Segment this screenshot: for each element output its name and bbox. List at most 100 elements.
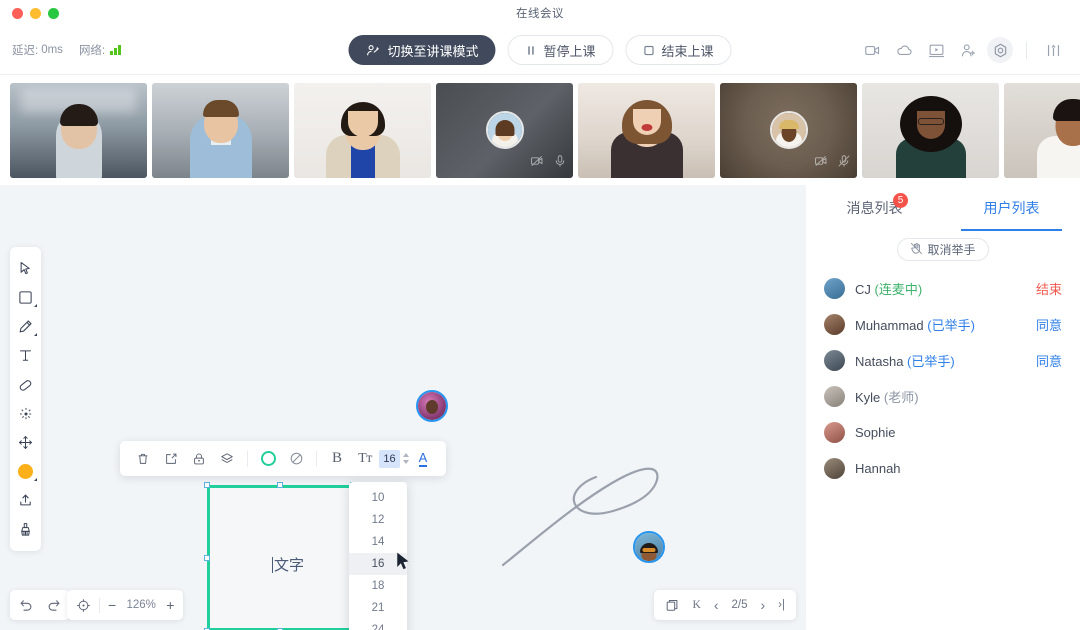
hand-off-icon bbox=[910, 242, 923, 258]
font-size-option[interactable]: 24 bbox=[349, 619, 407, 630]
list-item[interactable]: Hannah bbox=[806, 450, 1080, 486]
font-size-input[interactable]: 16 bbox=[379, 450, 400, 468]
user-name-cell: Hannah bbox=[855, 461, 1052, 476]
text-caret bbox=[272, 557, 273, 573]
toolbar-divider bbox=[1026, 42, 1027, 59]
tab-message-list[interactable]: 消息列表 5 bbox=[806, 185, 943, 231]
user-name-cell: Kyle (老师) bbox=[855, 387, 1052, 406]
duplicate-button[interactable] bbox=[157, 445, 185, 473]
panel-tabs: 消息列表 5 用户列表 bbox=[806, 185, 1080, 231]
first-page-button[interactable]: K bbox=[693, 599, 701, 611]
shape-format-toolbar: B Tт 16 A bbox=[120, 441, 446, 476]
user-status-tag: (连麦中) bbox=[875, 282, 923, 297]
participant-tile-7[interactable] bbox=[862, 83, 999, 178]
next-page-button[interactable]: › bbox=[761, 597, 766, 613]
participant-tile-5[interactable] bbox=[578, 83, 715, 178]
camera-off-icon bbox=[814, 154, 828, 173]
stroke-color-button[interactable] bbox=[254, 445, 282, 473]
font-size-option[interactable]: 18 bbox=[349, 575, 407, 597]
pause-class-button[interactable]: 暂停上课 bbox=[507, 35, 613, 65]
list-item[interactable]: Natasha (已举手) 同意 bbox=[806, 342, 1080, 378]
user-name-cell: Natasha (已举手) bbox=[855, 351, 1026, 370]
user-action-button[interactable]: 同意 bbox=[1036, 315, 1062, 334]
mic-on-icon bbox=[553, 154, 567, 173]
toolbar-divider bbox=[247, 451, 248, 467]
prev-page-button[interactable]: ‹ bbox=[714, 597, 719, 613]
participant-tile-6[interactable] bbox=[720, 83, 857, 178]
list-item[interactable]: CJ (连麦中) 结束 bbox=[806, 270, 1080, 306]
presence-avatar-2 bbox=[633, 531, 665, 563]
user-name: Muhammad bbox=[855, 318, 924, 333]
list-item[interactable]: Kyle (老师) bbox=[806, 378, 1080, 414]
participant-tile-4[interactable] bbox=[436, 83, 573, 178]
zoom-out-button[interactable]: − bbox=[108, 597, 116, 613]
mic-off-icon bbox=[837, 154, 851, 173]
fit-to-screen-button[interactable] bbox=[76, 598, 91, 613]
avatar bbox=[824, 386, 845, 407]
stop-square-icon bbox=[644, 45, 655, 56]
selected-shape[interactable]: 文字 bbox=[207, 485, 353, 630]
zoom-divider bbox=[99, 598, 100, 613]
cancel-raise-hand-button[interactable]: 取消举手 bbox=[897, 238, 988, 261]
stats-bars-icon[interactable] bbox=[1040, 37, 1066, 63]
last-page-button[interactable]: ›| bbox=[778, 599, 785, 611]
font-size-option[interactable]: 10 bbox=[349, 487, 407, 509]
bold-button[interactable]: B bbox=[323, 445, 351, 473]
font-size-option[interactable]: 12 bbox=[349, 509, 407, 531]
no-fill-button[interactable] bbox=[282, 445, 310, 473]
user-name-cell: Muhammad (已举手) bbox=[855, 315, 1026, 334]
top-right-icon-group bbox=[859, 37, 1066, 63]
tab-user-list[interactable]: 用户列表 bbox=[943, 185, 1080, 231]
text-color-button[interactable]: A bbox=[409, 445, 437, 473]
window-title: 在线会议 bbox=[0, 5, 1080, 21]
screen-share-icon[interactable] bbox=[923, 37, 949, 63]
user-action-button[interactable]: 同意 bbox=[1036, 351, 1062, 370]
list-item[interactable]: Sophie bbox=[806, 414, 1080, 450]
avatar bbox=[824, 278, 845, 299]
font-button[interactable]: Tт bbox=[351, 445, 379, 473]
target-settings-icon[interactable] bbox=[987, 37, 1013, 63]
shape-text-editor[interactable]: 文字 bbox=[272, 554, 304, 575]
resize-handle-n[interactable] bbox=[277, 482, 283, 488]
resize-handle-w[interactable] bbox=[204, 555, 210, 561]
cloud-icon[interactable] bbox=[891, 37, 917, 63]
list-item[interactable]: Muhammad (已举手) 同意 bbox=[806, 306, 1080, 342]
network-status: 网络: bbox=[79, 42, 121, 58]
undo-button[interactable] bbox=[19, 598, 34, 613]
end-class-button[interactable]: 结束上课 bbox=[626, 35, 732, 65]
page-navigation: K ‹ 2/5 › ›| bbox=[654, 590, 796, 620]
duplicate-page-button[interactable] bbox=[665, 598, 680, 613]
participant-tile-8[interactable] bbox=[1004, 83, 1080, 178]
zoom-in-button[interactable]: + bbox=[166, 597, 174, 613]
delete-button[interactable] bbox=[129, 445, 157, 473]
user-status-tag: (已举手) bbox=[907, 354, 955, 369]
camera-off-icon bbox=[530, 154, 544, 173]
user-action-button[interactable]: 结束 bbox=[1036, 279, 1062, 298]
switch-to-lecture-mode-label: 切换至讲课模式 bbox=[387, 41, 478, 60]
tile-status-badges bbox=[530, 154, 567, 173]
resize-handle-nw[interactable] bbox=[204, 482, 210, 488]
font-label: Tт bbox=[358, 451, 372, 467]
participant-tile-1[interactable] bbox=[10, 83, 147, 178]
font-size-option[interactable]: 21 bbox=[349, 597, 407, 619]
user-name: Natasha bbox=[855, 354, 903, 369]
end-class-label: 结束上课 bbox=[662, 41, 714, 60]
add-user-icon[interactable] bbox=[955, 37, 981, 63]
tile-status-badges bbox=[814, 154, 851, 173]
font-size-option[interactable]: 14 bbox=[349, 531, 407, 553]
user-list: CJ (连麦中) 结束 Muhammad (已举手) 同意 bbox=[806, 270, 1080, 630]
whiteboard-canvas[interactable]: 文字 bbox=[0, 185, 806, 630]
bold-label: B bbox=[332, 450, 342, 467]
participant-tile-3[interactable] bbox=[294, 83, 431, 178]
participant-tile-2[interactable] bbox=[152, 83, 289, 178]
layers-button[interactable] bbox=[213, 445, 241, 473]
switch-to-lecture-mode-button[interactable]: 切换至讲课模式 bbox=[348, 35, 495, 65]
avatar bbox=[770, 111, 808, 149]
top-toolbar: 延迟: 0ms 网络: 切换至讲课模式 bbox=[0, 26, 1080, 75]
latency-value: 0ms bbox=[41, 44, 63, 56]
circle-outline-icon bbox=[261, 451, 276, 466]
lock-button[interactable] bbox=[185, 445, 213, 473]
record-video-icon[interactable] bbox=[859, 37, 885, 63]
right-side-panel: 消息列表 5 用户列表 取消举手 bbox=[806, 185, 1080, 630]
redo-button[interactable] bbox=[46, 598, 61, 613]
